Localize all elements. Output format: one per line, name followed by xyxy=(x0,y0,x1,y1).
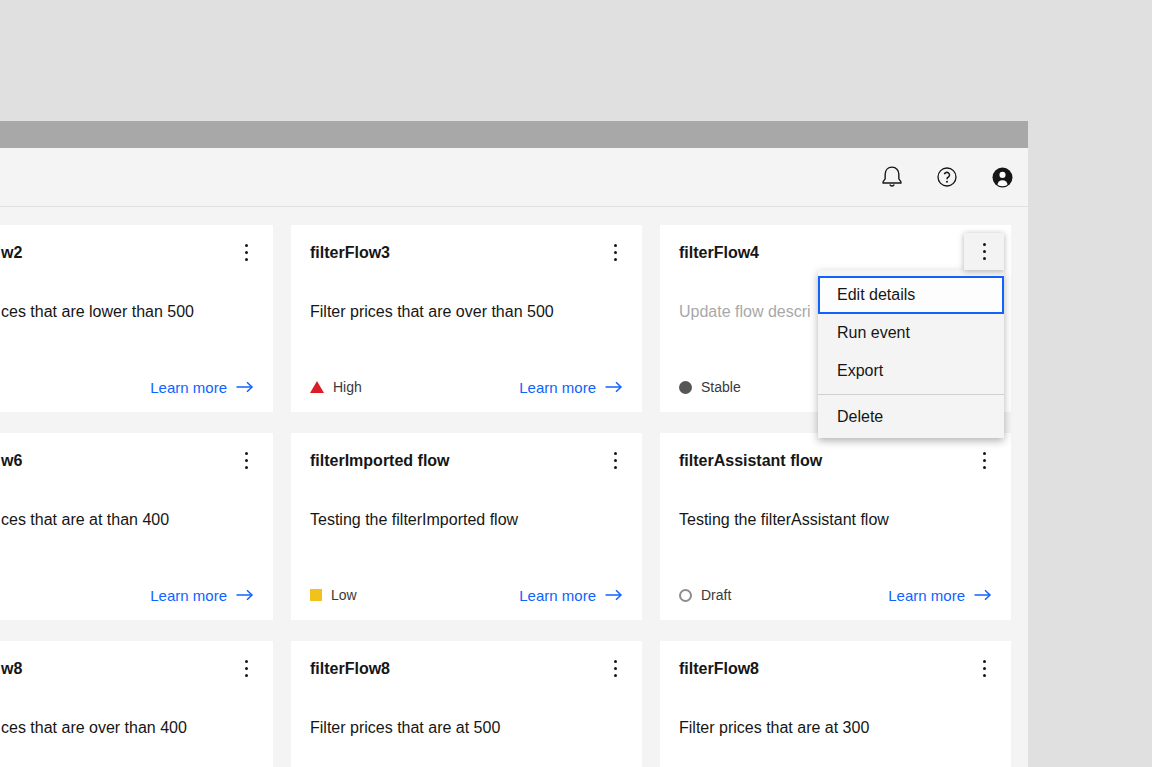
arrow-right-icon xyxy=(604,381,623,393)
overflow-menu-button[interactable] xyxy=(602,655,628,681)
status-label: Stable xyxy=(701,379,741,395)
arrow-right-icon xyxy=(235,589,254,601)
menu-item-export[interactable]: Export xyxy=(818,352,1004,390)
card-footer: Draft Learn more xyxy=(679,585,992,605)
window-titlebar[interactable] xyxy=(0,121,1028,148)
low-status-icon xyxy=(310,589,322,601)
arrow-right-icon xyxy=(973,589,992,601)
learn-more-link[interactable]: Learn more xyxy=(519,587,623,604)
menu-item-delete[interactable]: Delete xyxy=(818,395,1004,438)
card-description: ces that are at than 400 xyxy=(1,511,169,529)
overflow-menu-button[interactable] xyxy=(971,447,997,473)
card-footer: High Learn more xyxy=(310,377,623,397)
draft-status-icon xyxy=(679,589,692,602)
card-description: Testing the filterImported flow xyxy=(310,511,518,529)
flow-card: w8 ces that are over than 400 xyxy=(0,641,273,767)
overflow-menu-button[interactable] xyxy=(233,239,259,265)
bell-icon xyxy=(880,165,904,189)
learn-more-link[interactable]: Learn more xyxy=(150,379,254,396)
status-badge: Draft xyxy=(679,587,731,603)
card-title: w6 xyxy=(1,452,22,470)
status-label: Low xyxy=(331,587,357,603)
card-title: filterFlow8 xyxy=(310,660,390,678)
flow-card: filterAssistant flow Testing the filterA… xyxy=(660,433,1011,620)
help-button[interactable] xyxy=(927,157,967,197)
status-label: Draft xyxy=(701,587,731,603)
card-title: w8 xyxy=(1,660,22,678)
card-footer: Low Learn more xyxy=(310,585,623,605)
card-description: Testing the filterAssistant flow xyxy=(679,511,889,529)
flow-card: filterFlow8 Filter prices that are at 50… xyxy=(291,641,642,767)
card-footer: Learn more xyxy=(19,585,254,605)
kebab-icon xyxy=(983,243,986,246)
card-description: Filter prices that are at 300 xyxy=(679,719,869,737)
user-avatar-button[interactable] xyxy=(982,157,1022,197)
overflow-menu-button[interactable] xyxy=(233,655,259,681)
stable-status-icon xyxy=(679,381,692,394)
flow-card: w6 ces that are at than 400 Learn more xyxy=(0,433,273,620)
status-badge: Stable xyxy=(679,379,741,395)
flow-card: w2 ces that are lower than 500 Learn mor… xyxy=(0,225,273,412)
status-badge: High xyxy=(310,379,362,395)
card-description: Filter prices that are at 500 xyxy=(310,719,500,737)
high-status-icon xyxy=(310,381,324,393)
card-title: filterFlow8 xyxy=(679,660,759,678)
overflow-menu-button-open[interactable] xyxy=(964,233,1004,270)
app-window: w2 ces that are lower than 500 Learn mor… xyxy=(0,121,1028,767)
arrow-right-icon xyxy=(235,381,254,393)
card-description: ces that are lower than 500 xyxy=(1,303,194,321)
help-icon xyxy=(937,167,957,187)
user-avatar-icon xyxy=(992,167,1013,188)
card-title: filterImported flow xyxy=(310,452,450,470)
menu-item-run-event[interactable]: Run event xyxy=(818,314,1004,352)
app-header xyxy=(0,148,1028,207)
overflow-menu-button[interactable] xyxy=(233,447,259,473)
learn-more-link[interactable]: Learn more xyxy=(888,587,992,604)
menu-item-edit-details[interactable]: Edit details xyxy=(818,276,1004,314)
overflow-menu-button[interactable] xyxy=(602,239,628,265)
flow-card: filterFlow8 Filter prices that are at 30… xyxy=(660,641,1011,767)
card-title: w2 xyxy=(1,244,22,262)
card-title: filterFlow4 xyxy=(679,244,759,262)
card-description: Update flow descri xyxy=(679,303,811,321)
arrow-right-icon xyxy=(604,589,623,601)
card-description: Filter prices that are over than 500 xyxy=(310,303,554,321)
overflow-menu-button[interactable] xyxy=(602,447,628,473)
card-title: filterFlow3 xyxy=(310,244,390,262)
overflow-menu: Edit details Run event Export Delete xyxy=(818,270,1004,438)
overflow-menu-button[interactable] xyxy=(971,655,997,681)
learn-more-link[interactable]: Learn more xyxy=(519,379,623,396)
card-description: ces that are over than 400 xyxy=(1,719,187,737)
card-title: filterAssistant flow xyxy=(679,452,822,470)
card-footer: Learn more xyxy=(19,377,254,397)
notifications-button[interactable] xyxy=(872,157,912,197)
flow-card: filterImported flow Testing the filterIm… xyxy=(291,433,642,620)
status-badge: Low xyxy=(310,587,357,603)
learn-more-link[interactable]: Learn more xyxy=(150,587,254,604)
status-label: High xyxy=(333,379,362,395)
flow-card: filterFlow3 Filter prices that are over … xyxy=(291,225,642,412)
